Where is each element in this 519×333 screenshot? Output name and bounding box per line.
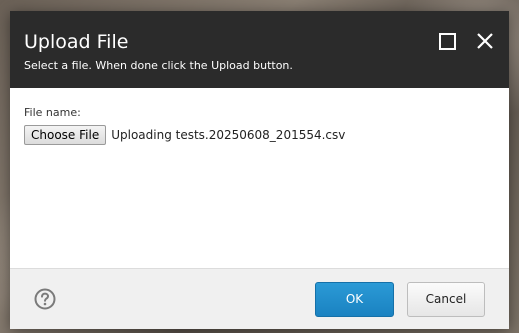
maximize-icon bbox=[438, 32, 456, 50]
dialog-header: Upload File Select a file. When done cli… bbox=[10, 11, 509, 88]
help-icon[interactable] bbox=[34, 288, 56, 310]
dialog-title: Upload File bbox=[24, 31, 129, 53]
upload-file-dialog: Upload File Select a file. When done cli… bbox=[10, 11, 509, 329]
dialog-footer: OK Cancel bbox=[10, 268, 509, 329]
cancel-button[interactable]: Cancel bbox=[407, 281, 485, 317]
dialog-body: File name: Choose File Uploading tests.2… bbox=[10, 88, 509, 268]
ok-button[interactable]: OK bbox=[315, 281, 394, 317]
close-button[interactable] bbox=[475, 31, 495, 51]
file-name-label: File name: bbox=[24, 106, 81, 119]
close-icon bbox=[477, 33, 493, 49]
choose-file-button[interactable]: Choose File bbox=[24, 125, 107, 145]
maximize-button[interactable] bbox=[437, 31, 457, 51]
dialog-subtitle: Select a file. When done click the Uploa… bbox=[24, 59, 293, 72]
file-input-row: Choose File Uploading tests.20250608_201… bbox=[24, 125, 495, 145]
header-controls bbox=[437, 31, 495, 51]
footer-buttons: OK Cancel bbox=[315, 281, 485, 317]
file-status-text: Uploading tests.20250608_201554.csv bbox=[111, 128, 346, 142]
